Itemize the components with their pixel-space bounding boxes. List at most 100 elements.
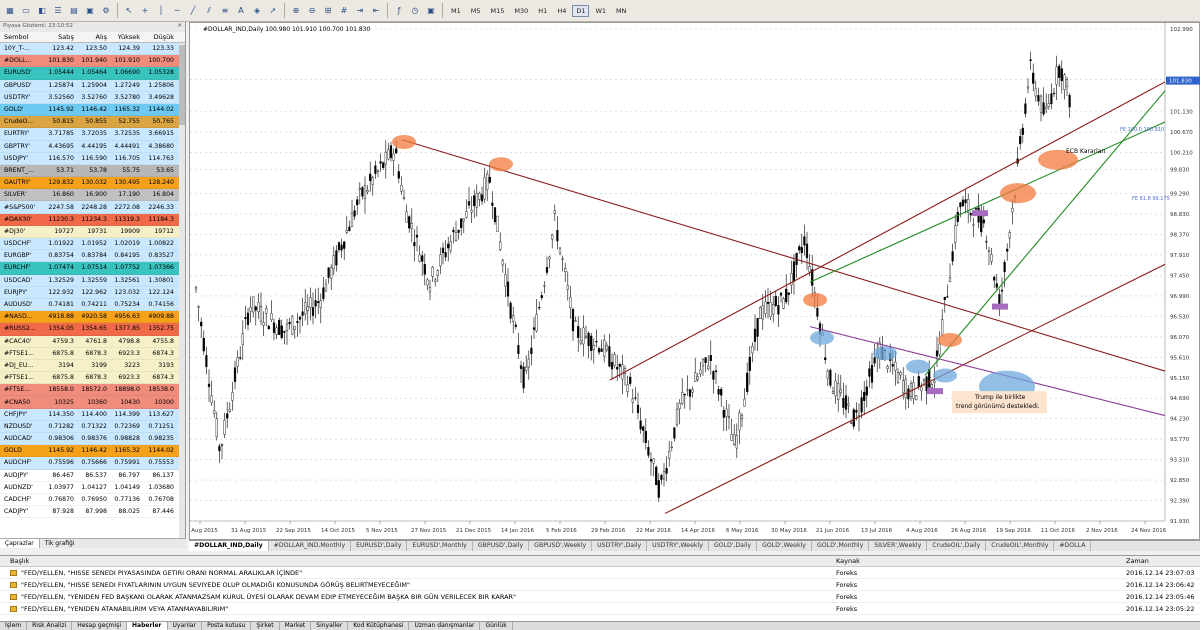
timeframe-h4-button[interactable]: H4 (553, 5, 570, 17)
col-low[interactable]: Düşük (142, 33, 176, 41)
market-watch-row[interactable]: #CAC40' 4759.3 4761.8 4798.8 4755.8 (0, 335, 185, 348)
chart-tab[interactable]: CrudeOIL',Monthly (986, 541, 1055, 551)
green-support-line[interactable] (809, 121, 1166, 283)
chart-tab[interactable]: GOLD',Daily (709, 541, 758, 551)
market-watch-row[interactable]: USDCHF' 1.01922 1.01952 1.02019 1.00822 (0, 238, 185, 251)
tester-icon[interactable]: ⚙ (99, 4, 113, 18)
col-source[interactable]: Kaynak (836, 557, 1126, 565)
tab-tick-chart[interactable]: Tik grafiği (40, 539, 80, 548)
close-icon[interactable]: ✕ (177, 23, 182, 31)
news-row[interactable]: "FED/YELLEN, "YENIDEN FED BAŞKANI OLARAK… (0, 591, 1200, 603)
zoom-in-icon[interactable]: ⊕ (289, 4, 303, 18)
market-watch-row[interactable]: CADCHF' 0.76870 0.76950 0.77136 0.76708 (0, 493, 185, 507)
timeframe-m5-button[interactable]: M5 (467, 5, 485, 17)
market-watch-row[interactable]: #FTSE1... 6875.8 6878.3 6923.3 6874.3 (0, 372, 185, 385)
terminal-tab[interactable]: Kod Kütüphanesi (348, 622, 410, 630)
news-row[interactable]: "FED/YELLEN, "HISSE SENEDI PIYASASINDA G… (0, 567, 1200, 579)
terminal-tab[interactable]: İşlem (0, 622, 28, 630)
timeframe-m1-button[interactable]: M1 (447, 5, 465, 17)
terminal-tab[interactable]: Uzman danışmanlar (409, 622, 481, 630)
chart-tab[interactable]: #DOLLA (1054, 541, 1092, 551)
market-watch-row[interactable]: BRENT_... 53.71 53.78 55.75 53.65 (0, 164, 185, 178)
autoscroll-icon[interactable]: ⇥ (353, 4, 367, 18)
market-watch-row[interactable]: CrudeO... 50.815 50.855 52.755 50.765 (0, 116, 185, 129)
terminal-tab[interactable]: Hesap geçmişi (72, 622, 128, 630)
chart-tab[interactable]: #DOLLAR_IND,Daily (189, 541, 269, 551)
market-watch-row[interactable]: CADJPY' 87.928 87.998 88.025 87.446 (0, 506, 185, 519)
crosshair-icon[interactable]: + (138, 4, 152, 18)
profiles-icon[interactable]: ▭ (19, 4, 33, 18)
news-row[interactable]: "FED/YELLEN, "HISSE SENEDI FIYATLARININ … (0, 579, 1200, 591)
chart-tab[interactable]: USDTRY',Daily (592, 541, 648, 551)
support-highlight[interactable] (906, 359, 930, 374)
market-watch-icon[interactable]: ◧ (35, 4, 49, 18)
terminal-tab[interactable]: Market (280, 622, 312, 630)
news-row[interactable]: "FED/YELLEN, "YENIDEN ATANABILIRIM VEYA … (0, 603, 1200, 615)
chart-tab[interactable]: EURUSD',Daily (351, 541, 408, 551)
channel-upper-line[interactable] (609, 81, 1166, 381)
market-watch-row[interactable]: AUDCAD' 0.98306 0.98376 0.98828 0.98235 (0, 433, 185, 446)
resistance-highlight[interactable] (1000, 183, 1036, 204)
price-chart[interactable]: #DOLLAR_IND,Daily 100.980 101.910 100.70… (189, 22, 1200, 540)
terminal-tab[interactable]: Haberler (127, 622, 168, 630)
chart-shift-icon[interactable]: ⇤ (369, 4, 383, 18)
timeframe-m15-button[interactable]: M15 (487, 5, 509, 17)
chart-tab[interactable]: USDTRY',Weekly (647, 541, 709, 551)
market-watch-row[interactable]: EURTRY' 3.71785 3.72035 3.72535 3.66915 (0, 128, 185, 141)
new-chart-icon[interactable]: ▦ (3, 4, 17, 18)
support-highlight[interactable] (933, 368, 957, 383)
market-watch-row[interactable]: #FTSE... 18558.0 18572.0 18898.0 18538.0 (0, 384, 185, 397)
vertical-line-icon[interactable]: │ (154, 4, 168, 18)
trendline-icon[interactable]: ╱ (186, 4, 200, 18)
market-watch-row[interactable]: 10Y_T-... 123.42 123.50 124.39 123.33 (0, 43, 185, 56)
price-marker[interactable] (992, 303, 1008, 310)
chart-tab[interactable]: GBPUSD',Daily (473, 541, 530, 551)
market-watch-row[interactable]: #NASD... 4918.88 4920.58 4956.63 4909.88 (0, 311, 185, 324)
market-watch-row[interactable]: #S&P500' 2247.58 2248.28 2272.08 2246.33 (0, 201, 185, 214)
periods-icon[interactable]: ◷ (408, 4, 422, 18)
terminal-tab[interactable]: Uyarılar (168, 622, 203, 630)
col-title[interactable]: Başlık (0, 557, 836, 565)
channel-icon[interactable]: ⫽ (202, 4, 216, 18)
price-marker[interactable] (972, 210, 988, 217)
market-watch-row[interactable]: EURCHF' 1.07474 1.07514 1.07752 1.07366 (0, 262, 185, 275)
zoom-out-icon[interactable]: ⊖ (305, 4, 319, 18)
resistance-highlight[interactable] (489, 157, 513, 172)
chart-tab[interactable]: GOLD',Weekly (757, 541, 812, 551)
col-high[interactable]: Yüksek (109, 33, 142, 41)
market-watch-row[interactable]: USDCAD' 1.32529 1.32559 1.32561 1.30801 (0, 274, 185, 287)
market-watch-row[interactable]: #DAX30' 11230.3 11234.3 11319.3 11184.3 (0, 213, 185, 226)
navigator-icon[interactable]: ☰ (51, 4, 65, 18)
cursor-icon[interactable]: ↖ (122, 4, 136, 18)
market-watch-row[interactable]: AUDJPY' 86.467 86.537 86.797 86.137 (0, 469, 185, 482)
price-marker[interactable] (927, 388, 943, 395)
timeframe-mn-button[interactable]: MN (612, 5, 630, 17)
grid-icon[interactable]: # (337, 4, 351, 18)
scrollbar[interactable] (179, 43, 185, 539)
col-time[interactable]: Zaman (1126, 557, 1200, 565)
market-watch-row[interactable]: SILVER' 16.860 16.900 17.190 16.804 (0, 189, 185, 202)
scrollbar-thumb[interactable] (179, 45, 185, 125)
market-watch-row[interactable]: GBPUSD' 1.25874 1.25904 1.27249 1.25806 (0, 79, 185, 92)
timeframe-w1-button[interactable]: W1 (591, 5, 610, 17)
market-watch-row[interactable]: GBPTRY' 4.43695 4.44195 4.44491 4.38680 (0, 140, 185, 153)
market-watch-row[interactable]: EURJPY' 122.932 122.962 123.032 122.124 (0, 286, 185, 299)
timeframe-d1-button[interactable]: D1 (572, 4, 590, 17)
market-watch-row[interactable]: #DJ_EU... 3194 3199 3223 3193 (0, 359, 185, 373)
market-watch-row[interactable]: AUDUSD' 0.74181 0.74211 0.75234 0.74156 (0, 298, 185, 312)
market-watch-row[interactable]: AUDCHF' 0.75596 0.75666 0.75991 0.75553 (0, 457, 185, 470)
support-highlight[interactable] (810, 330, 834, 345)
timeframe-h1-button[interactable]: H1 (534, 5, 551, 17)
bearish-trendline[interactable] (401, 139, 1166, 372)
chart-tab[interactable]: CrudeOIL',Daily (927, 541, 987, 551)
indicators-icon[interactable]: ƒ (392, 4, 406, 18)
tile-icon[interactable]: ⊞ (321, 4, 335, 18)
market-watch-row[interactable]: EURUSD' 1.05444 1.05464 1.06690 1.05328 (0, 67, 185, 80)
market-watch-row[interactable]: NZDUSD' 0.71282 0.71322 0.72369 0.71251 (0, 420, 185, 433)
resistance-highlight[interactable] (392, 134, 416, 149)
label-icon[interactable]: ◈ (250, 4, 264, 18)
text-icon[interactable]: A (234, 4, 248, 18)
timeframe-m30-button[interactable]: M30 (510, 5, 532, 17)
market-watch-row[interactable]: #FTSE1... 6875.8 6878.3 6923.3 6874.3 (0, 347, 185, 360)
arrow-icon[interactable]: ➚ (266, 4, 280, 18)
